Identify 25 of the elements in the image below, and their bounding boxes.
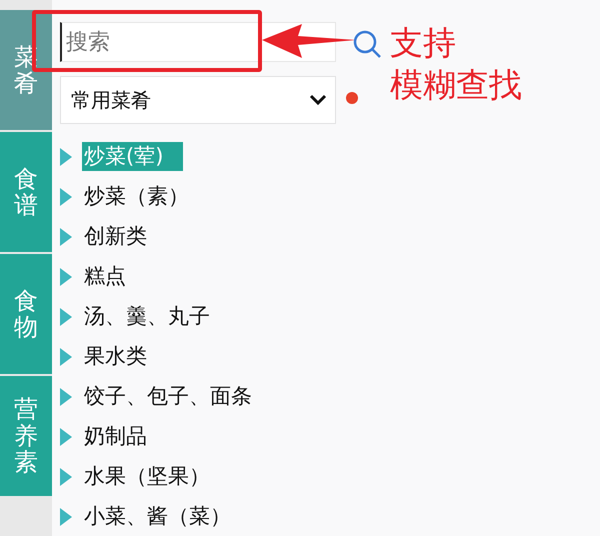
tree-item[interactable]: 奶制品 bbox=[82, 422, 149, 451]
chevron-icon bbox=[309, 94, 327, 106]
expand-icon[interactable] bbox=[60, 508, 72, 526]
tree-item[interactable]: 水果（坚果） bbox=[82, 462, 212, 491]
search-icon bbox=[352, 29, 382, 59]
tree-item[interactable]: 小菜、酱（菜） bbox=[82, 502, 233, 531]
expand-icon[interactable] bbox=[60, 228, 72, 246]
tree-item[interactable]: 炒菜（素） bbox=[82, 182, 191, 211]
tree-item[interactable]: 果水类 bbox=[82, 342, 149, 371]
marker-dot bbox=[346, 92, 358, 104]
expand-icon[interactable] bbox=[60, 268, 72, 286]
tree-item[interactable]: 创新类 bbox=[82, 222, 149, 251]
tree-item[interactable]: 饺子、包子、面条 bbox=[82, 382, 254, 411]
tree-item[interactable]: 汤、羹、丸子 bbox=[82, 302, 212, 331]
category-dropdown[interactable]: 常用菜肴 bbox=[60, 76, 336, 124]
expand-icon[interactable] bbox=[60, 428, 72, 446]
expand-icon[interactable] bbox=[60, 188, 72, 206]
tree-item[interactable]: 糕点 bbox=[82, 262, 128, 291]
expand-icon[interactable] bbox=[60, 468, 72, 486]
expand-icon[interactable] bbox=[60, 348, 72, 366]
annotation-text: 支持 模糊查找 bbox=[390, 22, 522, 106]
expand-icon[interactable] bbox=[60, 308, 72, 326]
search-field[interactable]: 搜索 bbox=[60, 22, 336, 62]
expand-icon[interactable] bbox=[60, 388, 72, 406]
expand-icon[interactable] bbox=[60, 148, 72, 166]
